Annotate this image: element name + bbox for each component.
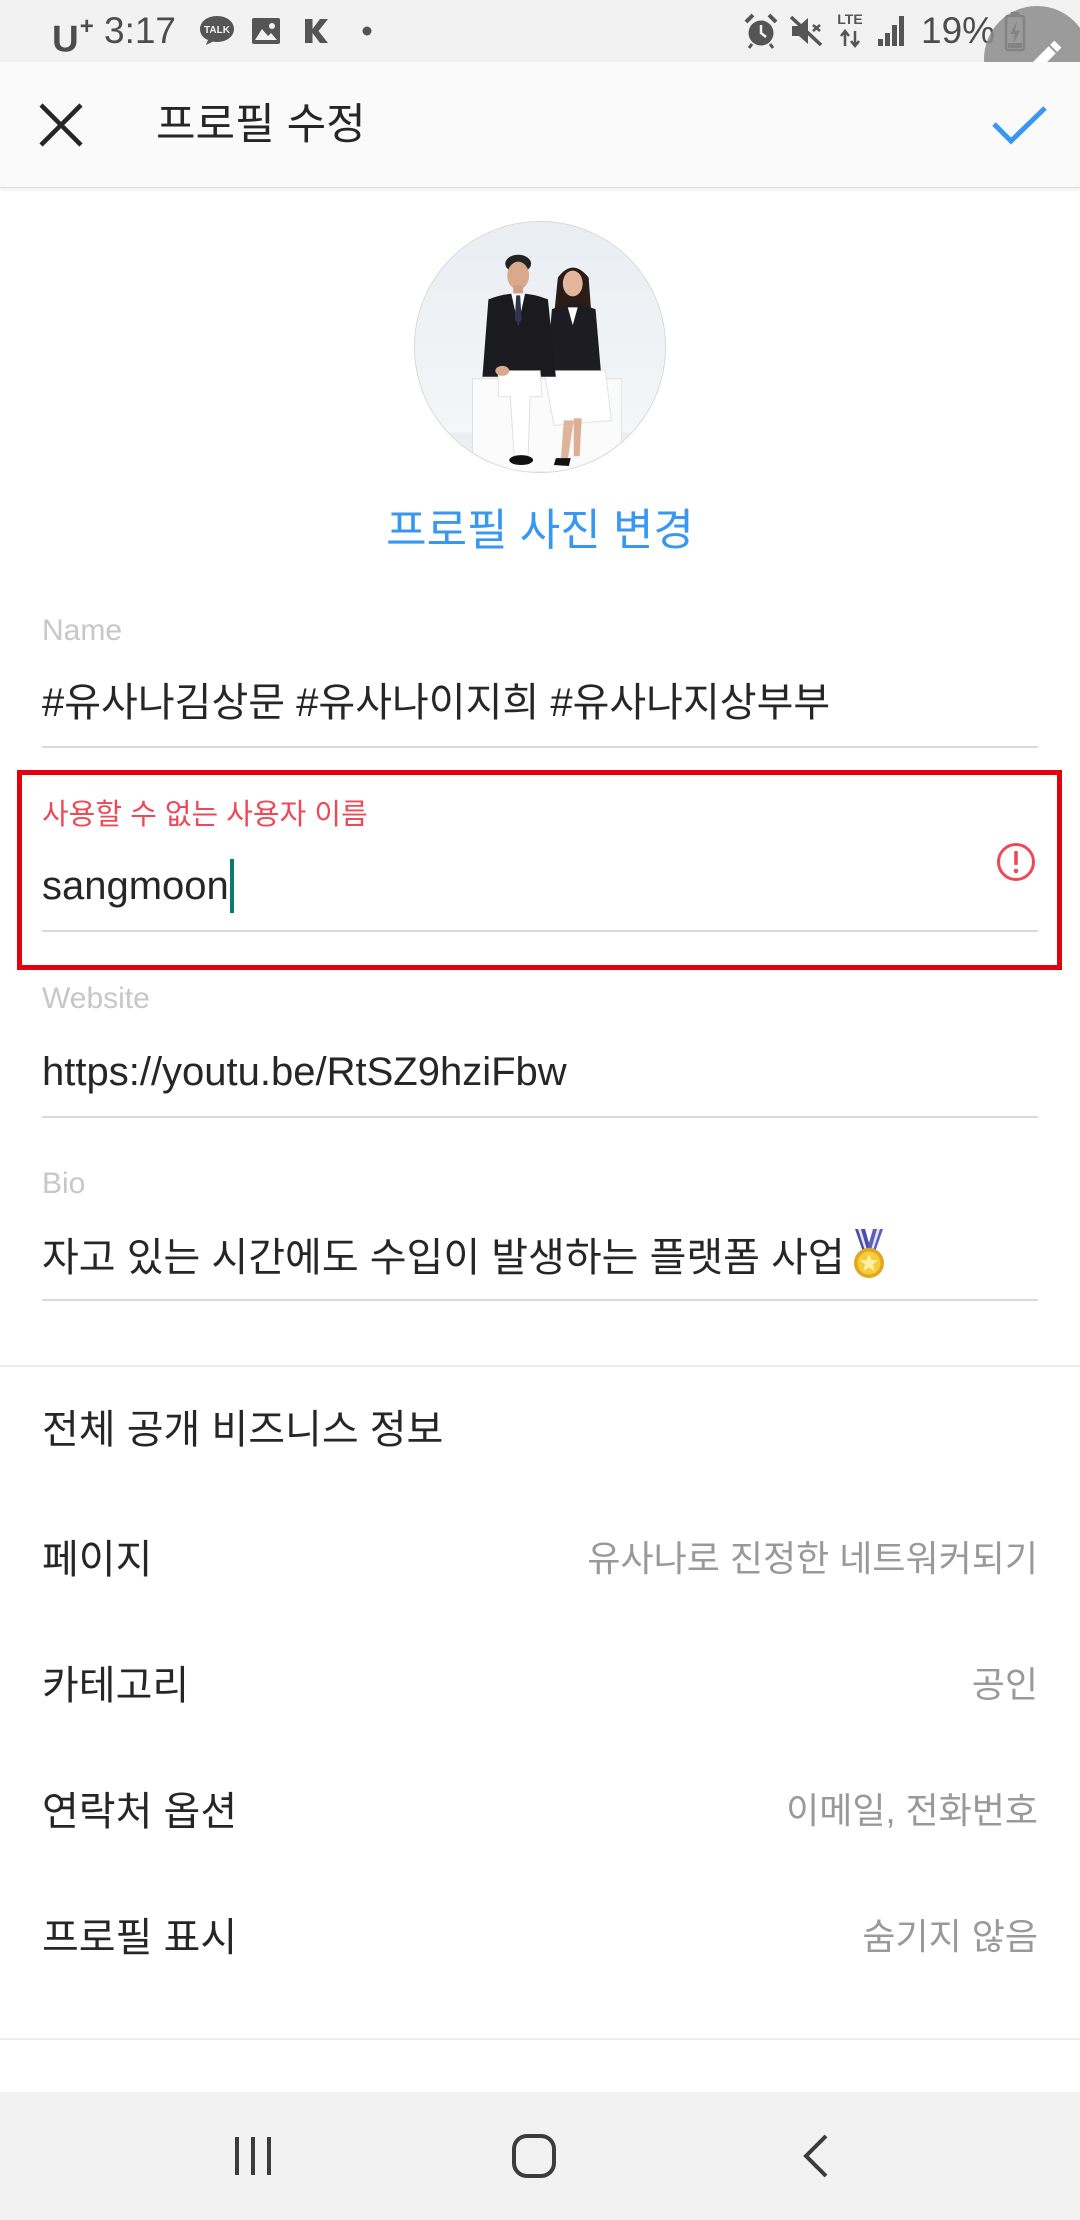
business-row-page[interactable]: 페이지 유사나로 진정한 네트워커되기 <box>42 1493 1038 1619</box>
home-icon <box>512 2134 556 2178</box>
website-label: Website <box>42 982 150 1015</box>
row-label: 카테고리 <box>42 1664 190 1708</box>
top-app-bar: 프로필 수정 <box>0 62 1080 188</box>
back-button[interactable] <box>726 2092 906 2220</box>
carrier-label: U+ <box>52 0 94 62</box>
more-notifications-dot-icon <box>362 26 372 36</box>
name-label: Name <box>42 614 123 647</box>
profile-photo-image <box>415 222 665 472</box>
name-input[interactable]: #유사나김상문 #유사나이지희 #유사나지상부부 <box>42 672 1038 726</box>
business-info-section-title: 전체 공개 비즈니스 정보 <box>42 1408 444 1452</box>
recent-apps-icon <box>235 2137 271 2175</box>
error-alert-icon <box>997 843 1035 881</box>
row-value: 이메일, 전화번호 <box>786 1790 1038 1831</box>
network-type-label: LTE <box>837 11 862 27</box>
carrier-name: U <box>52 18 79 60</box>
section-divider <box>0 1365 1080 1367</box>
page-title: 프로필 수정 <box>156 101 366 149</box>
bio-underline <box>42 1299 1038 1301</box>
signal-strength-icon <box>878 16 904 46</box>
row-value: 유사나로 진정한 네트워커되기 <box>587 1538 1038 1579</box>
confirm-check-button[interactable] <box>984 90 1054 160</box>
row-value: 숨기지 않음 <box>862 1916 1038 1957</box>
home-button[interactable] <box>444 2092 624 2220</box>
sports-medal-icon <box>853 1229 884 1278</box>
website-underline <box>42 1116 1038 1118</box>
lte-data-icon: LTE <box>837 11 863 49</box>
row-label: 페이지 <box>42 1538 153 1582</box>
bottom-divider <box>0 2038 1080 2040</box>
business-info-list: 페이지 유사나로 진정한 네트워커되기 카테고리 공인 연락처 옵션 이메일, … <box>42 1493 1038 1997</box>
clock-time: 3:17 <box>104 10 177 51</box>
name-input-value: #유사나김상문 #유사나이지희 #유사나지상부부 <box>42 681 831 725</box>
carrier-suffix: + <box>79 13 94 40</box>
username-input[interactable]: sangmoon <box>42 859 1038 913</box>
business-row-contact-options[interactable]: 연락처 옵션 이메일, 전화번호 <box>42 1745 1038 1871</box>
bio-label: Bio <box>42 1167 86 1200</box>
bio-input-value: 자고 있는 시간에도 수입이 발생하는 플랫폼 사업 <box>42 1236 845 1280</box>
alarm-icon <box>744 13 778 49</box>
mute-icon <box>789 15 823 47</box>
kakaostory-icon <box>305 19 328 43</box>
bio-input[interactable]: 자고 있는 시간에도 수입이 발생하는 플랫폼 사업 <box>42 1227 1038 1281</box>
recent-apps-button[interactable] <box>163 2092 343 2220</box>
check-icon <box>992 106 1047 145</box>
change-profile-photo-link[interactable]: 프로필 사진 변경 <box>0 503 1080 559</box>
row-label: 연락처 옵션 <box>42 1790 238 1834</box>
row-label: 프로필 표시 <box>42 1916 238 1960</box>
business-row-category[interactable]: 카테고리 공인 <box>42 1619 1038 1745</box>
back-icon <box>803 2134 828 2178</box>
row-value: 공인 <box>971 1664 1038 1705</box>
edit-profile-screen: { "status_bar": { "carrier": { "name": "… <box>0 0 1080 2220</box>
profile-photo[interactable] <box>414 221 666 473</box>
username-underline <box>42 930 1038 932</box>
close-icon <box>39 103 83 147</box>
gallery-icon <box>252 18 280 44</box>
text-cursor <box>229 859 234 913</box>
name-underline <box>42 746 1038 748</box>
kakaotalk-icon-label: TALK <box>204 25 231 36</box>
username-input-value: sangmoon <box>42 863 229 908</box>
status-bar: U+ 3:17 TALK LTE 19% <box>0 0 1080 62</box>
system-navigation-bar <box>0 2092 1080 2220</box>
website-input-value: https://youtu.be/RtSZ9hziFbw <box>42 1049 567 1094</box>
kakaotalk-icon: TALK <box>200 16 234 45</box>
website-input[interactable]: https://youtu.be/RtSZ9hziFbw <box>42 1045 1038 1099</box>
close-button[interactable] <box>30 94 92 156</box>
business-row-profile-display[interactable]: 프로필 표시 숨기지 않음 <box>42 1871 1038 1997</box>
username-error-message: 사용할 수 없는 사용자 이름 <box>42 799 368 831</box>
